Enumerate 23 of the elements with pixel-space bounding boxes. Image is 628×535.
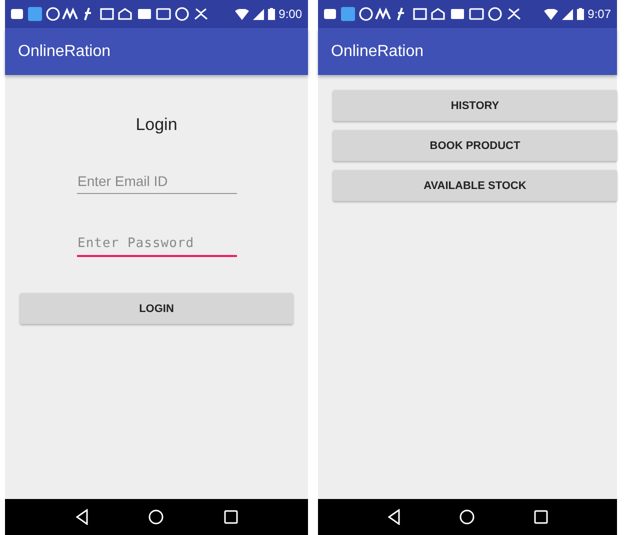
back-icon[interactable] [74,509,89,525]
wifi-icon [544,8,558,20]
app-title: OnlineRation [331,42,424,60]
signal-icon [562,8,573,20]
menu-button[interactable]: AVAILABLE STOCK [333,170,617,201]
wifi-icon [234,8,249,20]
menu-button[interactable]: HISTORY [333,90,617,121]
password-field[interactable]: Enter Password [76,232,236,257]
email-field[interactable]: Enter Email ID [76,169,236,194]
home-icon[interactable] [459,509,476,525]
login-heading: Login [134,115,178,135]
status-time: 9:07 [588,7,611,21]
back-icon[interactable] [387,509,402,525]
app-title: OnlineRation [18,42,110,60]
login-button[interactable]: LOGIN [20,293,293,324]
home-icon[interactable] [148,509,164,525]
menu-button[interactable]: BOOK PRODUCT [333,130,617,161]
signal-icon [252,8,264,20]
battery-icon [576,8,584,20]
battery-icon [268,8,275,20]
recents-icon[interactable] [224,510,238,524]
status-time: 9:00 [278,7,302,21]
recents-icon[interactable] [534,510,548,524]
